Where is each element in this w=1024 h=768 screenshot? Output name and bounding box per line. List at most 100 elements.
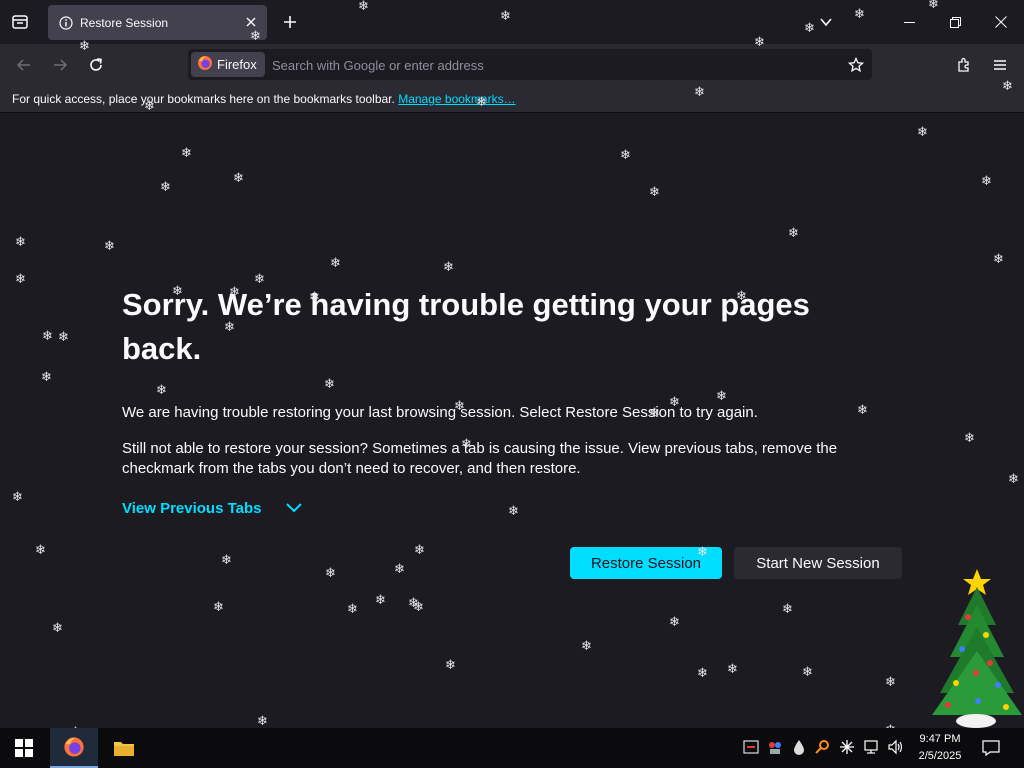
snowflake-icon: ❄ bbox=[221, 553, 232, 568]
snowflake-icon: ❄ bbox=[697, 545, 708, 560]
snowflake-icon: ❄ bbox=[804, 21, 815, 36]
snowflake-icon: ❄ bbox=[727, 662, 738, 677]
tray-drop-icon[interactable] bbox=[790, 738, 808, 756]
taskbar-firefox-icon[interactable] bbox=[50, 728, 98, 768]
notifications-icon[interactable] bbox=[982, 739, 1000, 757]
manage-bookmarks-link[interactable]: Manage bookmarks… bbox=[398, 92, 515, 106]
snowflake-icon: ❄ bbox=[172, 284, 183, 299]
snowflake-icon: ❄ bbox=[885, 675, 896, 690]
error-description: We are having trouble restoring your las… bbox=[122, 404, 758, 421]
identity-box[interactable]: Firefox bbox=[191, 52, 265, 77]
snowflake-icon: ❄ bbox=[15, 272, 26, 287]
snowflake-icon: ❄ bbox=[12, 490, 23, 505]
back-icon[interactable] bbox=[8, 50, 40, 80]
snowflake-icon: ❄ bbox=[694, 85, 705, 100]
snowflake-icon: ❄ bbox=[508, 504, 519, 519]
snowflake-icon: ❄ bbox=[330, 256, 341, 271]
snowflake-icon: ❄ bbox=[160, 180, 171, 195]
snowflake-icon: ❄ bbox=[325, 566, 336, 581]
tab-strip: Restore Session bbox=[0, 0, 1024, 44]
reload-icon[interactable] bbox=[80, 50, 112, 80]
firefox-view-icon[interactable] bbox=[6, 8, 34, 36]
info-icon bbox=[58, 15, 74, 31]
tab-restore-session[interactable]: Restore Session bbox=[48, 5, 267, 40]
snowflake-icon: ❄ bbox=[309, 290, 320, 305]
snowflake-icon: ❄ bbox=[620, 148, 631, 163]
snowflake-icon: ❄ bbox=[35, 543, 46, 558]
extensions-icon[interactable] bbox=[948, 50, 980, 80]
taskbar-clock[interactable]: 9:47 PM 2/5/2025 bbox=[912, 731, 968, 765]
tray-asterisk-icon[interactable] bbox=[838, 738, 856, 756]
christmas-tree-gadget bbox=[928, 565, 1024, 730]
menu-icon[interactable] bbox=[984, 50, 1016, 80]
view-previous-tabs-toggle[interactable]: View Previous Tabs bbox=[122, 499, 304, 517]
snowflake-icon: ❄ bbox=[454, 399, 465, 414]
snowflake-icon: ❄ bbox=[181, 146, 192, 161]
snowflake-icon: ❄ bbox=[104, 239, 115, 254]
snowflake-icon: ❄ bbox=[443, 260, 454, 275]
snowflake-icon: ❄ bbox=[857, 403, 868, 418]
tray-search-icon[interactable] bbox=[814, 738, 832, 756]
snowflake-icon: ❄ bbox=[669, 615, 680, 630]
snowflake-icon: ❄ bbox=[52, 621, 63, 636]
volume-icon[interactable] bbox=[886, 738, 904, 756]
snowflake-icon: ❄ bbox=[917, 125, 928, 140]
snowflake-icon: ❄ bbox=[993, 252, 1004, 267]
windows-taskbar: 9:47 PM 2/5/2025 bbox=[0, 728, 1024, 768]
start-new-session-button[interactable]: Start New Session bbox=[734, 547, 902, 579]
snowflake-icon: ❄ bbox=[414, 543, 425, 558]
navigation-toolbar: Firefox bbox=[0, 44, 1024, 86]
snowflake-icon: ❄ bbox=[649, 185, 660, 200]
snowflake-icon: ❄ bbox=[250, 29, 261, 44]
close-tab-icon[interactable] bbox=[243, 14, 259, 30]
snowflake-icon: ❄ bbox=[782, 602, 793, 617]
snowflake-icon: ❄ bbox=[964, 431, 975, 446]
snowflake-icon: ❄ bbox=[802, 665, 813, 680]
snowflake-icon: ❄ bbox=[213, 600, 224, 615]
snowflake-icon: ❄ bbox=[669, 395, 680, 410]
error-help: Still not able to restore your session? … bbox=[122, 440, 838, 477]
new-tab-icon[interactable] bbox=[276, 8, 304, 36]
snowflake-icon: ❄ bbox=[445, 658, 456, 673]
snowflake-icon: ❄ bbox=[324, 377, 335, 392]
bookmark-star-icon[interactable] bbox=[846, 55, 866, 75]
minimize-icon[interactable] bbox=[886, 0, 932, 44]
snowflake-icon: ❄ bbox=[254, 272, 265, 287]
list-all-tabs-icon[interactable] bbox=[812, 8, 840, 36]
snowflake-icon: ❄ bbox=[754, 35, 765, 50]
snowflake-icon: ❄ bbox=[58, 330, 69, 345]
taskbar-file-explorer-icon[interactable] bbox=[100, 728, 148, 768]
restore-session-page: Sorry. We’re having trouble getting your… bbox=[0, 113, 1024, 728]
snowflake-icon: ❄ bbox=[347, 602, 358, 617]
snowflake-icon: ❄ bbox=[716, 389, 727, 404]
snowflake-icon: ❄ bbox=[413, 600, 424, 615]
snowflake-icon: ❄ bbox=[257, 714, 268, 729]
bookmarks-hint-text: For quick access, place your bookmarks h… bbox=[12, 92, 395, 106]
snowflake-icon: ❄ bbox=[229, 285, 240, 300]
close-window-icon[interactable] bbox=[978, 0, 1024, 44]
snowflake-icon: ❄ bbox=[500, 9, 511, 24]
start-button-icon[interactable] bbox=[0, 728, 48, 768]
snowflake-icon: ❄ bbox=[736, 289, 747, 304]
snowflake-icon: ❄ bbox=[928, 0, 939, 12]
snowflake-icon: ❄ bbox=[649, 406, 660, 421]
chevron-down-icon bbox=[285, 499, 304, 517]
snowflake-icon: ❄ bbox=[1008, 472, 1019, 487]
snowflake-icon: ❄ bbox=[476, 95, 487, 110]
snowflake-icon: ❄ bbox=[144, 99, 155, 114]
url-input[interactable] bbox=[270, 53, 834, 78]
network-icon[interactable] bbox=[862, 738, 880, 756]
snowflake-icon: ❄ bbox=[42, 329, 53, 344]
tray-security-icon[interactable] bbox=[742, 738, 760, 756]
forward-icon[interactable] bbox=[44, 50, 76, 80]
snowflake-icon: ❄ bbox=[697, 666, 708, 681]
snowflake-icon: ❄ bbox=[788, 226, 799, 241]
tray-people-icon[interactable] bbox=[766, 738, 784, 756]
snowflake-icon: ❄ bbox=[375, 593, 386, 608]
snowflake-icon: ❄ bbox=[461, 437, 472, 452]
address-bar[interactable]: Firefox bbox=[188, 49, 872, 80]
snowflake-icon: ❄ bbox=[1002, 79, 1013, 94]
firefox-logo-icon bbox=[197, 55, 213, 75]
view-previous-tabs-label: View Previous Tabs bbox=[122, 499, 262, 517]
snowflake-icon: ❄ bbox=[981, 174, 992, 189]
